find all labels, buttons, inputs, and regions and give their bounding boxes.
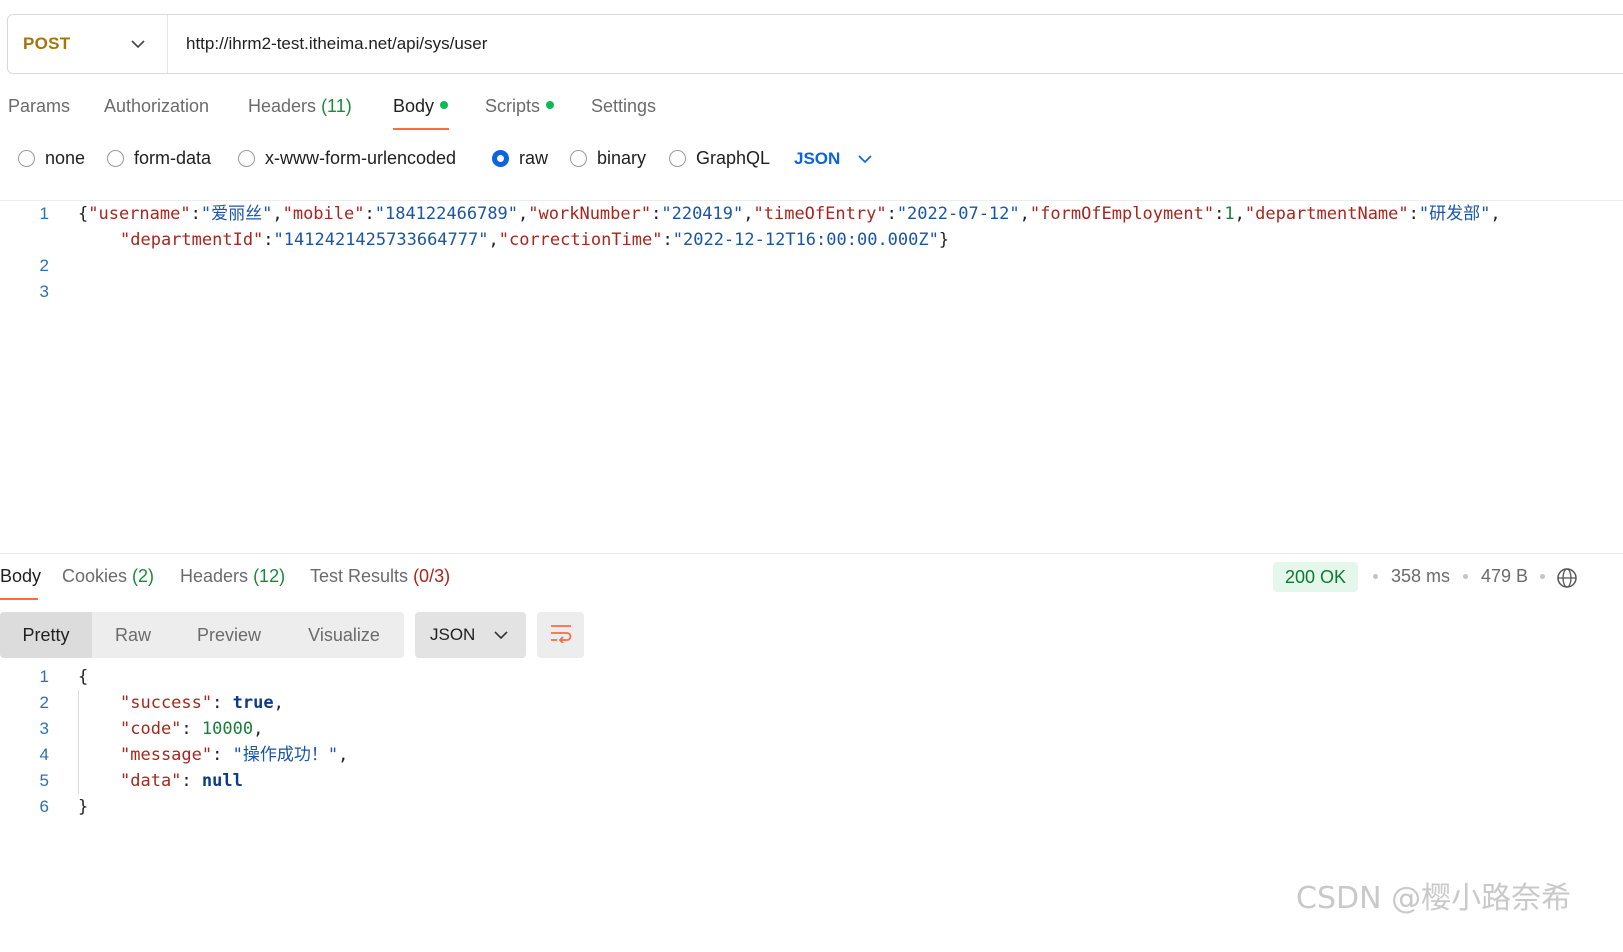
radio-icon xyxy=(107,150,124,167)
line-number: 1 xyxy=(39,204,49,223)
divider xyxy=(0,553,1623,554)
status-dot-icon xyxy=(440,101,449,109)
watermark: CSDN @樱小路奈希 xyxy=(1296,881,1572,916)
response-tab-test-results[interactable]: Test Results (0/3) xyxy=(310,566,450,587)
view-pretty[interactable]: Pretty xyxy=(0,612,92,658)
chevron-down-icon xyxy=(494,630,508,640)
body-type-binary[interactable]: binary xyxy=(570,148,646,169)
tab-scripts[interactable]: Scripts xyxy=(485,96,555,117)
view-mode-selector: Pretty Raw Preview Visualize xyxy=(0,612,404,658)
active-tab-indicator xyxy=(393,128,449,130)
tab-headers[interactable]: Headers (11) xyxy=(248,96,352,117)
separator-dot xyxy=(1373,574,1378,579)
status-dot-icon xyxy=(546,101,555,109)
body-language-select[interactable]: JSON xyxy=(794,149,872,169)
tab-authorization[interactable]: Authorization xyxy=(104,96,209,117)
line-number: 1 xyxy=(39,667,49,686)
tab-body[interactable]: Body xyxy=(393,96,449,117)
response-tab-body[interactable]: Body xyxy=(0,566,41,587)
response-tab-cookies[interactable]: Cookies (2) xyxy=(62,566,154,587)
line-number: 4 xyxy=(39,745,49,764)
tab-params[interactable]: Params xyxy=(8,96,70,117)
wrap-lines-icon xyxy=(549,623,573,648)
status-badge[interactable]: 200 OK xyxy=(1273,562,1359,592)
headers-count: (11) xyxy=(321,96,352,116)
url-bar: POST xyxy=(7,14,1623,74)
wrap-lines-button[interactable] xyxy=(537,612,584,658)
radio-icon xyxy=(18,150,35,167)
code-line: } xyxy=(78,797,89,817)
body-type-graphql[interactable]: GraphQL xyxy=(669,148,770,169)
code-line: "message": "操作成功！", xyxy=(120,745,349,765)
response-time[interactable]: 358 ms xyxy=(1391,566,1450,587)
radio-icon xyxy=(570,150,587,167)
method-selector[interactable]: POST xyxy=(8,15,168,73)
chevron-down-icon xyxy=(131,39,145,49)
code-line: {"username":"爱丽丝","mobile":"184122466789… xyxy=(78,204,1501,224)
line-number: 2 xyxy=(39,693,49,712)
code-line: { xyxy=(78,667,89,687)
method-label: POST xyxy=(23,34,71,53)
tab-settings[interactable]: Settings xyxy=(591,96,656,117)
response-format-select[interactable]: JSON xyxy=(415,612,526,658)
view-preview[interactable]: Preview xyxy=(174,612,284,658)
radio-checked-icon xyxy=(492,150,509,167)
url-input[interactable] xyxy=(186,34,1486,54)
view-raw[interactable]: Raw xyxy=(92,612,174,658)
code-line: "code": 10000, xyxy=(120,719,264,739)
line-number: 3 xyxy=(39,719,49,738)
body-type-raw[interactable]: raw xyxy=(492,148,548,169)
view-visualize[interactable]: Visualize xyxy=(284,612,404,658)
body-type-urlencoded[interactable]: x-www-form-urlencoded xyxy=(238,148,456,169)
code-line-wrap: "departmentId":"1412421425733664777","co… xyxy=(120,230,950,250)
body-type-form-data[interactable]: form-data xyxy=(107,148,211,169)
code-line: "data": null xyxy=(120,771,243,791)
response-size[interactable]: 479 B xyxy=(1481,566,1528,587)
body-type-none[interactable]: none xyxy=(18,148,85,169)
line-number: 3 xyxy=(39,282,49,301)
code-line: "success": true, xyxy=(120,693,284,713)
globe-icon[interactable] xyxy=(1556,567,1578,594)
line-number: 2 xyxy=(39,256,49,275)
radio-icon xyxy=(238,150,255,167)
radio-icon xyxy=(669,150,686,167)
separator-dot xyxy=(1540,574,1545,579)
line-number: 6 xyxy=(39,797,49,816)
response-tab-headers[interactable]: Headers (12) xyxy=(180,566,285,587)
chevron-down-icon xyxy=(858,154,872,164)
active-tab-indicator xyxy=(0,598,38,600)
line-number: 5 xyxy=(39,771,49,790)
separator-dot xyxy=(1463,574,1468,579)
indent-guide xyxy=(78,690,79,794)
